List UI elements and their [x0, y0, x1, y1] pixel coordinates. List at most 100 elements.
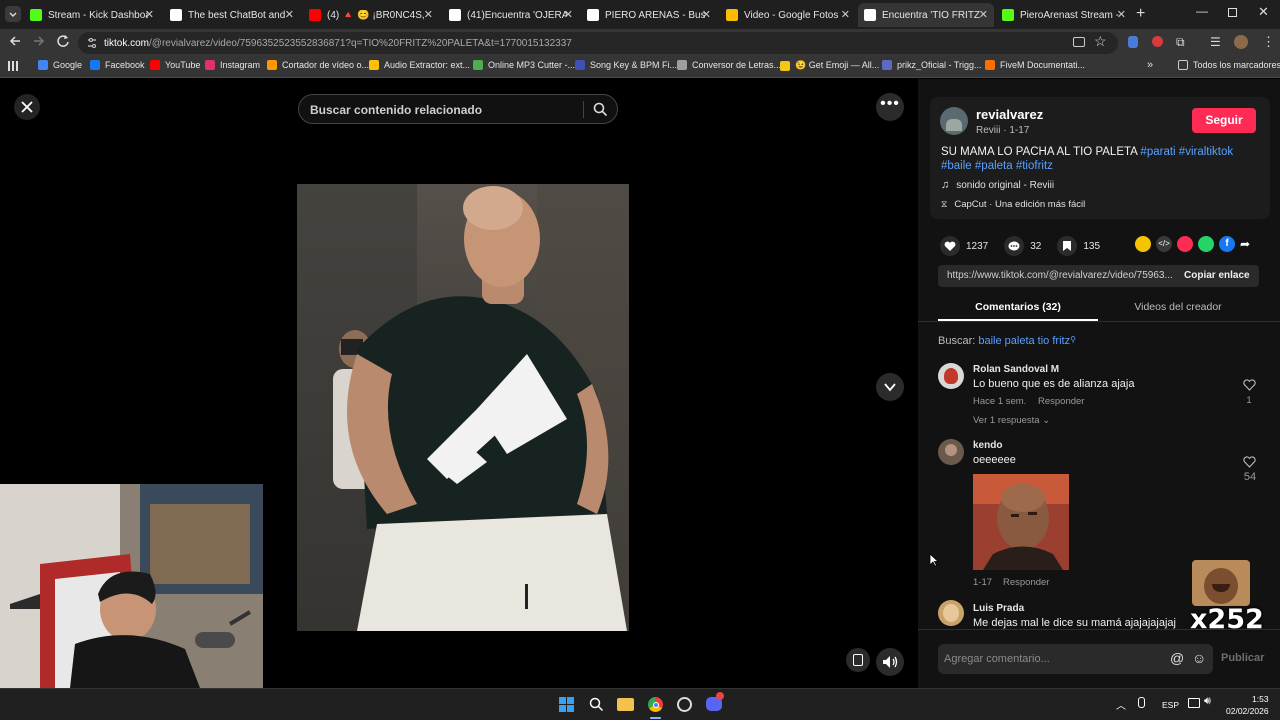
follow-button[interactable]: Seguir	[1192, 108, 1256, 133]
reload-button[interactable]	[56, 34, 70, 53]
capcut-link[interactable]: ⧖ CapCut · Una edición más fácil	[941, 199, 1085, 210]
show-hidden-icons[interactable]: ︿	[1116, 697, 1126, 712]
facebook-icon[interactable]: f	[1219, 236, 1235, 252]
reply-button[interactable]: Responder	[1038, 396, 1084, 407]
extension-red-icon[interactable]	[1152, 36, 1163, 47]
browser-tab[interactable]: Stream - Kick Dashboard✕	[24, 3, 160, 27]
related-search-suggestion[interactable]: Buscar: baile paleta tio fritz⚲	[938, 335, 1076, 347]
like-button[interactable]	[940, 236, 960, 256]
network-icon[interactable]	[1188, 698, 1200, 708]
comment-author[interactable]: kendo	[973, 440, 1002, 451]
close-tab-icon[interactable]: ✕	[702, 8, 711, 21]
bookmark-item[interactable]: Instagram	[205, 60, 260, 70]
extension-voice-icon[interactable]	[1128, 36, 1138, 48]
hashtag-link[interactable]: #viraltiktok	[1179, 146, 1233, 158]
back-button[interactable]	[8, 34, 22, 53]
hashtag-link[interactable]: #paleta	[975, 160, 1013, 172]
browser-menu-icon[interactable]: ⋮	[1262, 34, 1275, 50]
bookmark-item[interactable]: 😉 Get Emoji — All...	[780, 60, 879, 71]
tab-search-button[interactable]	[5, 6, 21, 22]
comment-avatar[interactable]	[938, 439, 964, 465]
extensions-puzzle-icon[interactable]: ⧉	[1176, 35, 1185, 50]
all-bookmarks-folder[interactable]: Todos los marcadores	[1178, 60, 1280, 70]
whatsapp-icon[interactable]	[1198, 236, 1214, 252]
bookmark-item[interactable]: Cortador de vídeo o...	[267, 60, 369, 70]
browser-tab[interactable]: Encuentra 'TIO FRITZ ✕	[858, 3, 994, 27]
close-tab-icon[interactable]: ✕	[841, 8, 850, 21]
close-tab-icon[interactable]: ✕	[424, 8, 433, 21]
close-tab-icon[interactable]: ✕	[979, 8, 988, 21]
comment-avatar[interactable]	[938, 363, 964, 389]
apps-grid-icon[interactable]	[8, 61, 18, 71]
tab-comments[interactable]: Comentarios (32)	[938, 295, 1098, 321]
comment-like-icon[interactable]	[1243, 456, 1256, 468]
browser-tab[interactable]: (41)Encuentra 'OJERAS AI✕	[443, 3, 579, 27]
bookmark-star-icon[interactable]: ☆	[1094, 33, 1107, 50]
clock-time[interactable]: 1:53	[1252, 694, 1269, 704]
close-video-button[interactable]	[14, 94, 40, 120]
discord-icon[interactable]	[706, 692, 724, 711]
hashtag-link[interactable]: #baile	[941, 160, 972, 172]
minimize-button[interactable]: —	[1196, 4, 1208, 18]
start-button[interactable]	[559, 697, 574, 712]
bookmark-item[interactable]: Google	[38, 60, 82, 70]
comment-input[interactable]: Agregar comentario... @ ☺	[938, 644, 1213, 674]
forward-button[interactable]	[32, 34, 46, 53]
comment-author[interactable]: Rolan Sandoval M	[973, 364, 1059, 375]
chrome-icon[interactable]	[647, 696, 664, 713]
file-explorer-icon[interactable]	[617, 698, 634, 711]
hashtag-link[interactable]: #tiofritz	[1016, 160, 1053, 172]
related-search-input[interactable]: Buscar contenido relacionado	[298, 94, 618, 124]
bookmark-item[interactable]: prikz_Oficial - Trigg...	[882, 60, 982, 70]
app-settings-icon[interactable]	[677, 697, 692, 712]
restore-button[interactable]	[1228, 8, 1237, 17]
search-icon[interactable]	[589, 697, 604, 712]
browser-tab[interactable]: PIERO ARENAS - Buscar c✕	[581, 3, 717, 27]
publish-button[interactable]: Publicar	[1221, 652, 1264, 664]
address-bar[interactable]: tiktok.com/@revialvarez/video/7596352523…	[78, 32, 1118, 54]
repost-icon[interactable]	[1177, 236, 1193, 252]
bookmark-item[interactable]: Online MP3 Cutter -...	[473, 60, 575, 70]
share-arrow-icon[interactable]: ➦	[1240, 236, 1256, 252]
bookmark-item[interactable]: Facebook	[90, 60, 145, 70]
close-window-button[interactable]: ✕	[1258, 4, 1269, 20]
comment-author[interactable]: Luis Prada	[973, 603, 1024, 614]
keyboard-language[interactable]: ESP	[1162, 700, 1179, 710]
next-video-button[interactable]	[876, 373, 904, 401]
more-bookmarks-icon[interactable]: »	[1147, 59, 1153, 71]
save-button[interactable]	[1057, 236, 1078, 256]
bookmark-item[interactable]: FiveM Documentati...	[985, 60, 1085, 70]
creator-avatar[interactable]	[940, 107, 968, 135]
bookmark-item[interactable]: YouTube	[150, 60, 200, 70]
more-options-button[interactable]: •••	[876, 93, 904, 121]
comment-avatar[interactable]	[938, 600, 964, 626]
emoji-icon[interactable]: ☺	[1192, 650, 1206, 666]
search-icon[interactable]	[593, 102, 608, 117]
comment-like-icon[interactable]	[1243, 379, 1256, 391]
comment-button[interactable]	[1004, 236, 1025, 256]
install-app-icon[interactable]	[1073, 37, 1085, 47]
profile-avatar[interactable]	[1234, 35, 1248, 49]
view-replies-button[interactable]: Ver 1 respuesta ⌄	[973, 415, 1050, 426]
pip-button[interactable]	[846, 648, 870, 672]
copy-link-button[interactable]: Copiar enlace	[1184, 270, 1250, 281]
close-tab-icon[interactable]: ✕	[564, 8, 573, 21]
close-tab-icon[interactable]: ✕	[285, 8, 294, 21]
reply-button[interactable]: Responder	[1003, 577, 1049, 588]
video-player[interactable]	[297, 184, 629, 631]
clock-date[interactable]: 02/02/2026	[1226, 706, 1269, 716]
search-query-link[interactable]: baile paleta tio fritz	[978, 335, 1070, 347]
media-controls-icon[interactable]: ☰	[1210, 35, 1221, 49]
mention-icon[interactable]: @	[1170, 650, 1184, 666]
volume-icon[interactable]: 🔊︎	[1204, 695, 1211, 708]
embed-icon[interactable]: </>	[1156, 236, 1172, 252]
bookmark-item[interactable]: Conversor de Letras...	[677, 60, 781, 70]
browser-tab[interactable]: PieroArenast Stream - Wa✕	[996, 3, 1132, 27]
new-tab-button[interactable]: +	[1136, 5, 1145, 23]
microphone-icon[interactable]	[1138, 697, 1145, 708]
volume-button[interactable]	[876, 648, 904, 676]
coin-icon[interactable]	[1135, 236, 1151, 252]
creator-username[interactable]: revialvarez	[976, 107, 1043, 122]
close-tab-icon[interactable]: ✕	[145, 8, 154, 21]
sound-link[interactable]: ♫ sonido original - Reviii	[941, 179, 1054, 191]
